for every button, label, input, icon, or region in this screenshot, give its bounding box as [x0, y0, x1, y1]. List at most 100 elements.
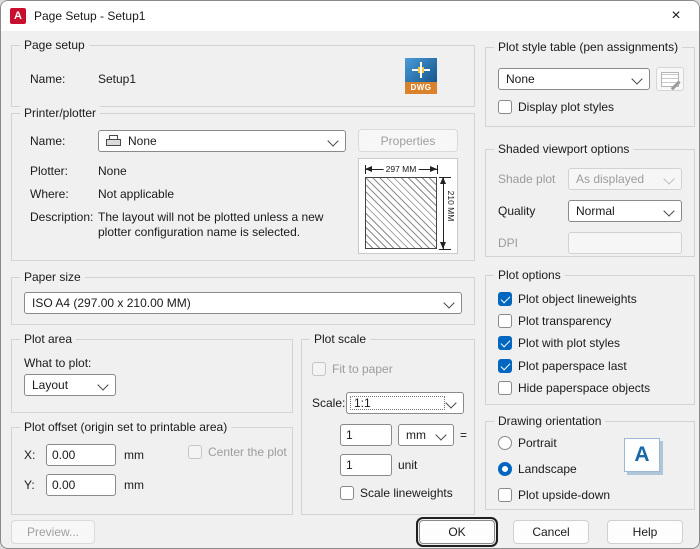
offset-x-input[interactable]	[46, 444, 116, 466]
paper-size-value: ISO A4 (297.00 x 210.00 MM)	[32, 296, 191, 310]
checkbox-box	[498, 336, 512, 350]
printer-plotter-legend: Printer/plotter	[20, 106, 100, 121]
chevron-down-icon	[327, 135, 338, 146]
shaded-viewport-legend: Shaded viewport options	[494, 142, 633, 157]
paper-preview: 297 MM 210 MM	[358, 158, 458, 254]
offset-y-label: Y:	[24, 478, 35, 492]
close-button[interactable]: ×	[653, 1, 699, 31]
page-setup-legend: Page setup	[20, 38, 89, 53]
drawing-units-input[interactable]	[340, 454, 392, 476]
landscape-radio[interactable]: Landscape	[498, 462, 577, 476]
plot-paperspace-last-checkbox[interactable]: Plot paperspace last	[498, 359, 627, 373]
printer-icon	[106, 135, 122, 148]
radio-circle	[498, 462, 512, 476]
equals-sign: =	[460, 428, 467, 442]
dpi-input	[568, 232, 682, 254]
orientation-page-face: A	[624, 438, 660, 472]
radio-circle	[498, 436, 512, 450]
chevron-down-icon	[443, 297, 454, 308]
what-to-plot-combobox[interactable]: Layout	[24, 374, 116, 396]
portrait-radio[interactable]: Portrait	[498, 436, 557, 450]
offset-y-input[interactable]	[46, 474, 116, 496]
width-dimension-line: 297 MM	[365, 169, 437, 170]
plot-style-table-legend: Plot style table (pen assignments)	[494, 40, 682, 55]
paper-size-combobox[interactable]: ISO A4 (297.00 x 210.00 MM)	[24, 292, 462, 314]
radio-label: Portrait	[518, 436, 557, 450]
plot-scale-group: Plot scale Fit to paper Scale: 1:1 mm = …	[301, 339, 475, 515]
shaded-viewport-group: Shaded viewport options Shade plot As di…	[485, 149, 695, 257]
chevron-down-icon	[663, 173, 674, 184]
description-value: The layout will not be plotted unless a …	[98, 210, 354, 240]
plot-options-group: Plot options Plot object lineweights Plo…	[485, 275, 695, 405]
offset-x-unit: mm	[124, 448, 144, 462]
printer-name-combobox[interactable]: None	[98, 130, 346, 152]
shade-plot-value: As displayed	[576, 172, 644, 186]
cancel-button[interactable]: Cancel	[513, 520, 589, 544]
edit-plot-style-table-icon	[661, 72, 679, 87]
offset-x-label: X:	[24, 448, 35, 462]
setup-name-label: Name:	[30, 72, 65, 86]
checkbox-label: Scale lineweights	[360, 486, 453, 500]
checkbox-box	[498, 292, 512, 306]
description-label: Description:	[30, 210, 93, 224]
checkbox-box	[188, 445, 202, 459]
checkbox-box	[498, 359, 512, 373]
plot-object-lineweights-checkbox[interactable]: Plot object lineweights	[498, 292, 637, 306]
help-button[interactable]: Help	[607, 520, 683, 544]
paper-size-group: Paper size ISO A4 (297.00 x 210.00 MM)	[11, 277, 475, 325]
checkbox-label: Display plot styles	[518, 100, 614, 114]
ok-button[interactable]: OK	[419, 520, 495, 544]
paper-width-label: 297 MM	[384, 164, 419, 174]
dwg-file-icon: DWG	[405, 58, 437, 94]
plot-area-legend: Plot area	[20, 332, 76, 347]
page-setup-group: Page setup Name: Setup1 DWG	[11, 45, 475, 107]
plot-transparency-checkbox[interactable]: Plot transparency	[498, 314, 611, 328]
paper-units-input[interactable]	[340, 424, 392, 446]
plot-with-plot-styles-checkbox[interactable]: Plot with plot styles	[498, 336, 620, 350]
edit-plot-style-table-button	[656, 67, 684, 91]
chevron-down-icon	[631, 73, 642, 84]
scale-label: Scale:	[312, 396, 345, 410]
checkbox-label: Plot transparency	[518, 314, 611, 328]
hide-paperspace-objects-checkbox[interactable]: Hide paperspace objects	[498, 381, 650, 395]
shade-plot-combobox: As displayed	[568, 168, 682, 190]
paper-units-value: mm	[406, 428, 426, 442]
plot-scale-legend: Plot scale	[310, 332, 370, 347]
checkbox-label: Plot paperspace last	[518, 359, 627, 373]
page-setup-dialog: A Page Setup - Setup1 × Page setup Name:…	[0, 0, 700, 549]
paper-units-combobox[interactable]: mm	[398, 424, 454, 446]
plot-options-legend: Plot options	[494, 268, 565, 283]
quality-combobox[interactable]: Normal	[568, 200, 682, 222]
what-to-plot-label: What to plot:	[24, 356, 91, 370]
scale-lineweights-checkbox[interactable]: Scale lineweights	[340, 486, 453, 500]
quality-value: Normal	[576, 204, 615, 218]
where-value: Not applicable	[98, 187, 174, 201]
chevron-down-icon	[435, 429, 446, 440]
dwg-crosshair-center	[418, 67, 424, 73]
plot-style-table-value: None	[506, 72, 535, 86]
checkbox-label: Plot object lineweights	[518, 292, 637, 306]
plot-offset-group: Plot offset (origin set to printable are…	[11, 427, 293, 515]
display-plot-styles-checkbox[interactable]: Display plot styles	[498, 100, 614, 114]
dimension-tick	[439, 249, 451, 250]
plot-offset-legend: Plot offset (origin set to printable are…	[20, 420, 231, 435]
window-title: Page Setup - Setup1	[34, 9, 145, 23]
properties-button: Properties	[358, 129, 458, 152]
close-icon: ×	[671, 7, 680, 25]
chevron-down-icon	[97, 379, 108, 390]
autocad-logo-icon: A	[10, 8, 26, 24]
printer-name-label: Name:	[30, 134, 65, 148]
plot-style-table-combobox[interactable]: None	[498, 68, 650, 90]
dimension-tick	[437, 165, 438, 174]
fit-to-paper-checkbox: Fit to paper	[312, 362, 393, 376]
checkbox-box	[498, 488, 512, 502]
checkbox-label: Center the plot	[208, 445, 287, 459]
checkbox-label: Plot upside-down	[518, 488, 610, 502]
chevron-down-icon	[663, 205, 674, 216]
dpi-label: DPI	[498, 236, 518, 250]
plot-upside-down-checkbox[interactable]: Plot upside-down	[498, 488, 610, 502]
plot-style-table-group: Plot style table (pen assignments) None …	[485, 47, 695, 127]
orientation-letter: A	[634, 443, 649, 467]
setup-name-value: Setup1	[98, 72, 136, 86]
scale-combobox[interactable]: 1:1	[346, 392, 464, 414]
